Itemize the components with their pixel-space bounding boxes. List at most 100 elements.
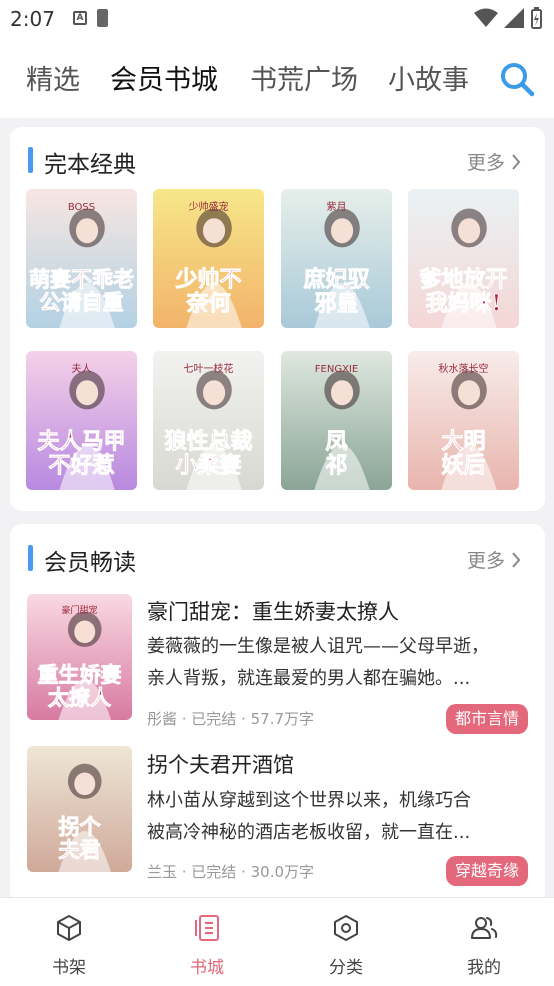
cover-title: 大明 [441, 428, 485, 454]
signal-icon [504, 8, 524, 28]
book-cover[interactable]: 少帅盛宠 少帅不 奈何 [153, 189, 264, 328]
cover-subtitle: 豪门甜宠 [61, 604, 97, 616]
cover-title: 庶妃驭 [303, 266, 369, 292]
more-label: 更多 [466, 550, 505, 572]
book-cover[interactable]: 秋水落长空 大明 妖后 [408, 351, 519, 490]
book-description: 姜薇薇的一生像是被人诅咒——父母早逝， 亲人背叛，就连最爱的男人都在骗她。... [147, 631, 519, 695]
book-title: 豪门甜宠：重生娇妻太撩人 [147, 600, 399, 624]
nav-label: 我的 [467, 958, 501, 978]
book-list-icon [195, 915, 219, 941]
cover-subtitle: 夫人 [72, 363, 92, 375]
more-button[interactable]: 更多 [467, 148, 521, 175]
status-icons [474, 7, 542, 29]
book-description: 林小苗从穿越到这个世界以来，机缘巧合 被高冷神秘的酒店老板收留，就一直在... [147, 785, 519, 849]
genre-tag[interactable]: 穿越奇缘 [445, 856, 528, 886]
chevron-right-icon [512, 153, 521, 170]
cover-title: 公请自重 [40, 289, 124, 314]
nav-bookstore[interactable]: 书城 [157, 898, 257, 986]
cover-subtitle: 七叶一枝花 [184, 362, 234, 375]
book-meta: 彤酱 · 已完结 · 57.7万字 [147, 710, 315, 728]
cover-title: 小柔妻 [175, 452, 241, 478]
cover-title: 爹地放开 [418, 266, 507, 292]
chevron-right-icon [512, 551, 521, 568]
nav-bookshelf[interactable]: 书架 [19, 898, 119, 986]
cover-title: 太撩人 [48, 685, 111, 710]
battery-icon [531, 7, 542, 29]
cover-subtitle: 少帅盛宠 [189, 200, 229, 213]
book-description-line: 姜薇薇的一生像是被人诅咒——父母早逝， [147, 636, 489, 657]
cover-title: 我妈咪! [426, 290, 502, 316]
people-icon [471, 917, 498, 939]
classic-section-card: 完本经典 更多 BOSS 萌妻不乖老 公请自重 少帅盛宠 少帅不 奈何 紫月 庶妃驭 邪皇 … [10, 127, 545, 511]
cover-figure-face [457, 218, 481, 244]
battery-saver-icon [97, 9, 108, 27]
book-meta: 兰玉 · 已完结 · 30.0万字 [147, 863, 315, 881]
book-cover[interactable]: 夫人 夫人马甲 不好惹 [26, 351, 137, 490]
section-accent-bar [28, 147, 33, 173]
cover-figure-face [75, 380, 99, 406]
section-accent-bar [28, 545, 33, 571]
cover-figure-face [330, 218, 354, 244]
tab-book-plaza[interactable]: 书荒广场 [250, 58, 358, 97]
search-icon [501, 63, 535, 97]
nav-label: 书城 [190, 958, 224, 978]
book-title: 拐个夫君开酒馆 [147, 753, 294, 777]
cover-title: 邪皇 [313, 290, 358, 316]
cover-title: 夫人马甲 [37, 428, 125, 454]
tab-featured[interactable]: 精选 [26, 58, 80, 97]
book-cover[interactable]: 七叶一枝花狼性总裁 小柔妻 [153, 351, 264, 490]
cover-title: 不好惹 [48, 452, 114, 478]
cube-icon [57, 915, 81, 941]
notification-icon: A [73, 11, 87, 25]
nav-label: 书架 [52, 958, 86, 978]
book-cover[interactable]: BOSS 萌妻不乖老 公请自重 [26, 189, 137, 328]
book-cover: 拐个 夫君 [27, 746, 132, 872]
cover-title: 拐个 [59, 814, 102, 839]
cover-figure-face [457, 380, 481, 406]
wifi-icon [474, 8, 498, 27]
book-description-line: 亲人背叛，就连最爱的男人都在骗她。... [147, 668, 471, 689]
cover-title: 凤 [325, 428, 347, 454]
cover-figure-face [74, 620, 96, 644]
cover-subtitle: 秋水落长空 [439, 362, 489, 375]
book-list-item[interactable]: 拐个 夫君 拐个夫君开酒馆 林小苗从穿越到这个世界以来，机缘巧合 被高冷神秘的酒店… [10, 744, 545, 886]
cover-title: 祁 [325, 452, 347, 478]
cover-title: 奈何 [185, 290, 230, 316]
cover-subtitle: 紫月 [327, 201, 347, 213]
genre-tag[interactable]: 都市言情 [445, 704, 528, 734]
cover-figure-face [75, 218, 99, 244]
search-button[interactable] [498, 60, 538, 100]
book-cover[interactable]: 紫月 庶妃驭 邪皇 [281, 189, 392, 328]
cover-figure-face [202, 218, 226, 244]
cover-figure-face [202, 380, 226, 406]
cover-title: 少帅不 [174, 266, 241, 292]
status-time: 2:07 [10, 7, 55, 31]
tab-member-store[interactable]: 会员书城 [110, 58, 218, 97]
book-description-line: 被高冷神秘的酒店老板收留，就一直在... [147, 822, 471, 843]
book-list-item[interactable]: 豪门甜宠重生娇妻 太撩人 豪门甜宠：重生娇妻太撩人 姜薇薇的一生像是被人诅咒——父… [10, 590, 545, 734]
top-tab-bar: 精选 会员书城 书荒广场 小故事 [0, 38, 554, 118]
status-bar: 2:07 A [0, 0, 554, 38]
more-label: 更多 [466, 152, 505, 174]
cover-title: 重生娇妻 [38, 662, 122, 687]
hexagon-icon [334, 915, 358, 941]
cover-subtitle: BOSS [68, 202, 95, 213]
book-cover: 豪门甜宠重生娇妻 太撩人 [27, 594, 132, 720]
cover-figure-face [330, 380, 354, 406]
section-title: 会员畅读 [44, 550, 136, 576]
cover-figure-face [74, 772, 96, 796]
section-title: 完本经典 [44, 152, 136, 178]
cover-title: 夫君 [59, 837, 101, 862]
book-cover[interactable]: FENGXIE 凤祁 [281, 351, 392, 490]
cover-title: 萌妻不乖老 [29, 266, 134, 291]
bottom-nav-bar: 书架 书城 分类 我的 [0, 897, 554, 986]
tab-short-stories[interactable]: 小故事 [388, 58, 469, 97]
nav-label: 分类 [329, 958, 363, 978]
book-description-line: 林小苗从穿越到这个世界以来，机缘巧合 [147, 790, 471, 811]
book-cover[interactable]: 爹地放开 我妈咪! [408, 189, 519, 328]
cover-title: 妖后 [441, 452, 485, 478]
cover-title: 狼性总裁 [164, 428, 252, 454]
nav-categories[interactable]: 分类 [296, 898, 396, 986]
more-button[interactable]: 更多 [467, 546, 521, 573]
nav-profile[interactable]: 我的 [434, 898, 534, 986]
